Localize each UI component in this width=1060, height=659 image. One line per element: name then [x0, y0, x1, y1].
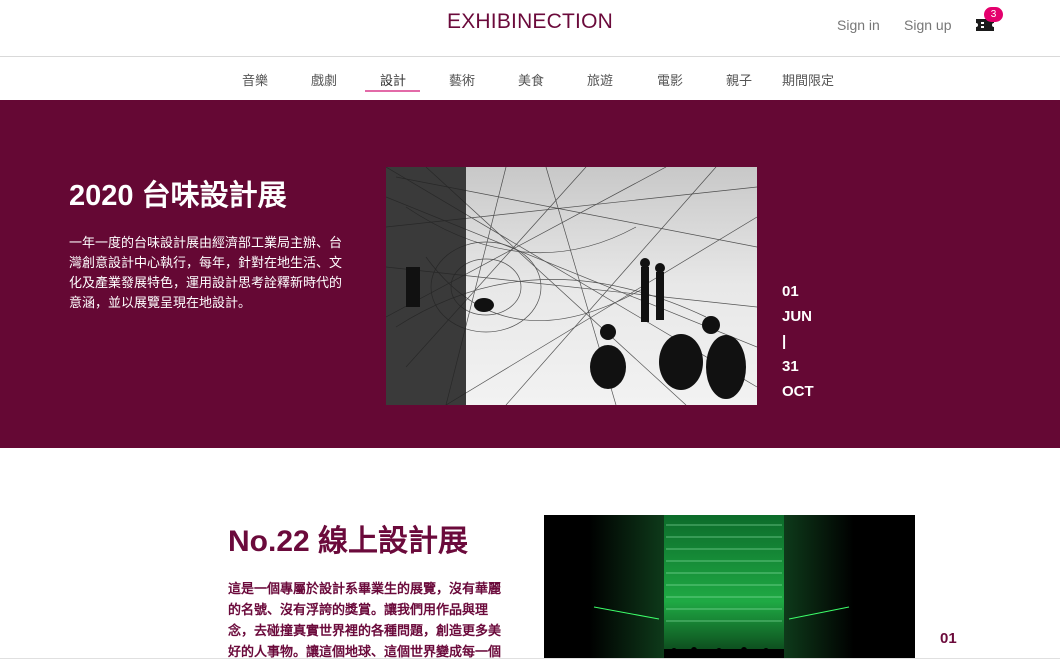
category-travel[interactable]: 旅遊: [587, 70, 613, 89]
site-logo[interactable]: EXHIBINECTION: [0, 10, 1060, 34]
category-family[interactable]: 親子: [726, 70, 752, 89]
featured-image[interactable]: [386, 167, 757, 405]
top-header: EXHIBINECTION Sign in Sign up 3: [0, 0, 1060, 57]
exhibition-image[interactable]: [544, 515, 915, 659]
sign-in-link[interactable]: Sign in: [837, 17, 880, 33]
featured-start-day: 01: [782, 283, 799, 300]
featured-end-month: OCT: [782, 383, 814, 400]
featured-end-day: 31: [782, 358, 799, 375]
featured-description: 一年一度的台味設計展由經濟部工業局主辦、台灣創意設計中心執行，每年，針對在地生活…: [69, 235, 343, 310]
category-movie[interactable]: 電影: [657, 70, 683, 89]
featured-date-separator: |: [782, 333, 787, 350]
featured-start-month: JUN: [782, 308, 813, 325]
exhibition-title[interactable]: No.22 線上設計展: [228, 516, 468, 560]
exhibition-date: 01: [940, 626, 957, 651]
exhibition-start-day: 01: [940, 630, 957, 647]
sign-up-link[interactable]: Sign up: [904, 17, 951, 33]
category-theatre[interactable]: 戲劇: [311, 70, 337, 89]
category-music[interactable]: 音樂: [242, 70, 268, 89]
featured-date: 01 JUN | 31 OCT: [782, 279, 814, 404]
active-category-indicator: [365, 90, 420, 92]
category-design[interactable]: 設計: [380, 70, 406, 89]
featured-title[interactable]: 2020 台味設計展: [69, 172, 287, 214]
category-art[interactable]: 藝術: [449, 70, 475, 89]
category-nav: 音樂 戲劇 設計 藝術 美食 旅遊 電影 親子 期間限定: [0, 58, 1060, 100]
category-limited[interactable]: 期間限定: [782, 70, 834, 89]
exhibition-description: 這是一個專屬於設計系畢業生的展覽，沒有華麗的名號、沒有浮誇的獎賞。讓我們用作品與…: [228, 581, 502, 659]
category-food[interactable]: 美食: [518, 70, 544, 89]
cart-count-badge: 3: [984, 7, 1003, 22]
